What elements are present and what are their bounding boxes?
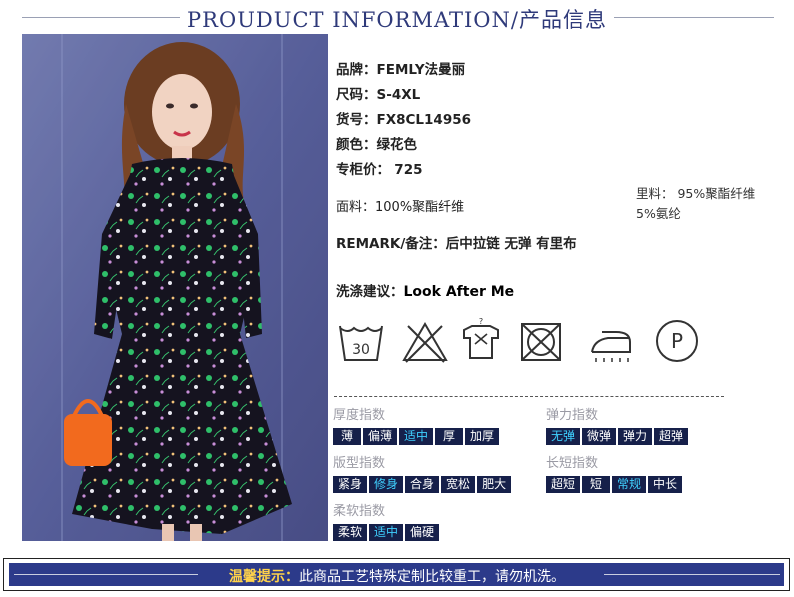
no-bleach-icon bbox=[402, 322, 448, 363]
footer-notice: 温馨提示：此商品工艺特殊定制比较重工，请勿机洗。 bbox=[0, 566, 794, 586]
iron-icon bbox=[591, 331, 631, 362]
lining-line-2: 5%氨纶 bbox=[636, 206, 681, 221]
size-text: 尺码：S-4XL bbox=[336, 87, 421, 103]
elasticity-option: 无弹 bbox=[546, 428, 581, 445]
price-text: 专柜价： 725 bbox=[336, 162, 423, 178]
no-tumble-dry-icon: ? bbox=[463, 317, 499, 359]
thickness-option: 薄 bbox=[333, 428, 361, 445]
elasticity-option: 微弹 bbox=[582, 428, 617, 445]
fit-option: 合身 bbox=[405, 476, 440, 493]
fabric-text: 面料：100%聚酯纤维 bbox=[336, 200, 465, 215]
brand-text: 品牌：FEMLY法曼丽 bbox=[336, 62, 466, 78]
footer-warm-label: 温馨提示： bbox=[229, 569, 299, 585]
elasticity-title: 弹力指数 bbox=[546, 408, 599, 423]
thickness-title: 厚度指数 bbox=[333, 408, 386, 423]
header-divider-right bbox=[614, 17, 774, 18]
fit-options: 紧身 修身 合身 宽松 肥大 bbox=[333, 476, 512, 493]
remark-text: REMARK/备注：后中拉链 无弹 有里布 bbox=[336, 236, 577, 252]
product-photo bbox=[22, 34, 328, 541]
dry-clean-p-icon: P bbox=[656, 320, 698, 362]
fit-option: 肥大 bbox=[477, 476, 512, 493]
lining-line-1: 里料： 95%聚酯纤维 bbox=[636, 186, 756, 201]
length-option: 中长 bbox=[648, 476, 683, 493]
thickness-option: 适中 bbox=[399, 428, 434, 445]
elasticity-option: 弹力 bbox=[618, 428, 653, 445]
fit-title: 版型指数 bbox=[333, 456, 386, 471]
wash-30-icon: 30 bbox=[339, 325, 383, 361]
thickness-option: 厚 bbox=[435, 428, 464, 445]
softness-option: 适中 bbox=[369, 524, 404, 541]
page-title: PROUDUCT INFORMATION/产品信息 bbox=[187, 8, 607, 32]
thickness-option: 加厚 bbox=[465, 428, 500, 445]
wash-30-label: 30 bbox=[352, 342, 370, 358]
lining-text: 里料： 95%聚酯纤维 5%氨纶 bbox=[636, 184, 755, 224]
svg-text:?: ? bbox=[479, 317, 483, 326]
fit-option: 紧身 bbox=[333, 476, 368, 493]
thickness-option: 偏薄 bbox=[363, 428, 398, 445]
item-number-text: 货号：FX8CL14956 bbox=[336, 112, 471, 128]
length-title: 长短指数 bbox=[546, 456, 599, 471]
length-option: 短 bbox=[582, 476, 611, 493]
fit-option: 宽松 bbox=[441, 476, 476, 493]
length-option: 超短 bbox=[546, 476, 581, 493]
softness-option: 柔软 bbox=[333, 524, 368, 541]
softness-title: 柔软指数 bbox=[333, 504, 386, 519]
dry-clean-p-label: P bbox=[671, 329, 683, 353]
elasticity-option: 超弹 bbox=[654, 428, 689, 445]
footer-notice-text: 此商品工艺特殊定制比较重工，请勿机洗。 bbox=[299, 569, 565, 585]
length-options: 超短短常规 中长 bbox=[546, 476, 683, 493]
wash-advice: 洗涤建议：Look After Me bbox=[336, 284, 515, 300]
softness-option: 偏硬 bbox=[405, 524, 440, 541]
no-dry-icon bbox=[521, 323, 561, 361]
thickness-options: 薄偏薄 适中厚加厚 bbox=[333, 428, 500, 445]
elasticity-options: 无弹 微弹 弹力 超弹 bbox=[546, 428, 689, 445]
color-text: 颜色：绿花色 bbox=[336, 137, 417, 153]
section-divider bbox=[334, 396, 724, 397]
fit-option: 修身 bbox=[369, 476, 404, 493]
softness-options: 柔软 适中 偏硬 bbox=[333, 524, 440, 541]
length-option: 常规 bbox=[612, 476, 647, 493]
